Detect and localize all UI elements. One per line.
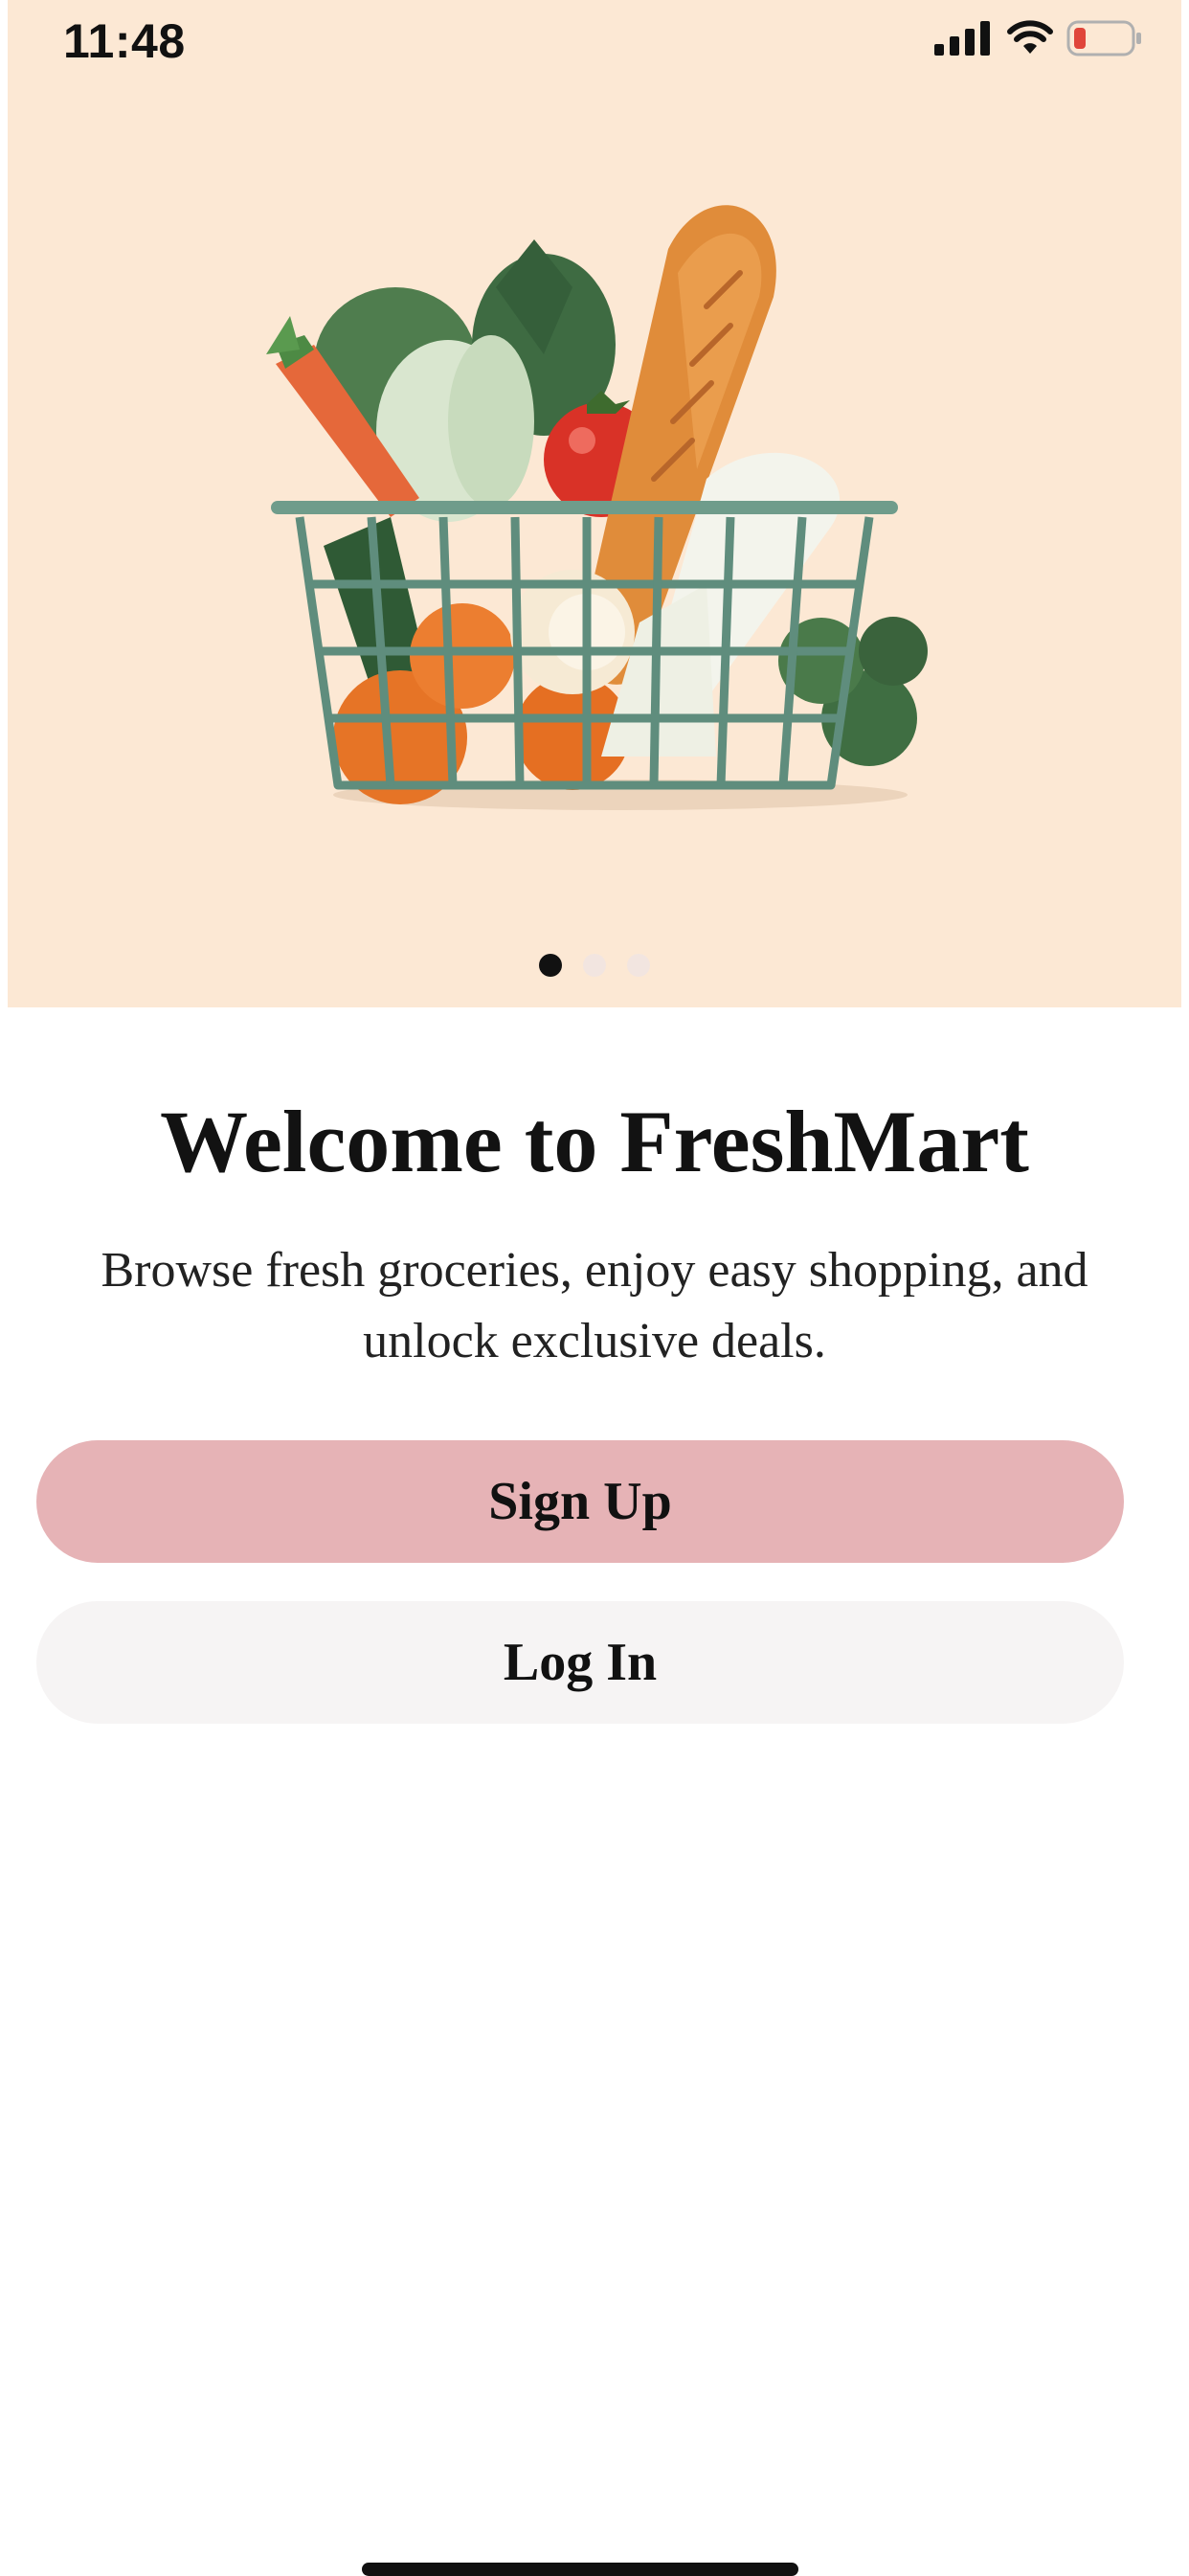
status-bar: 11:48: [0, 0, 1189, 86]
welcome-subtitle-line-1: Browse fresh groceries, enjoy easy shopp…: [101, 1243, 1088, 1298]
carousel-dot-2[interactable]: [583, 954, 606, 977]
welcome-subtitle-line-2: unlock exclusive deals.: [363, 1314, 826, 1368]
wifi-icon: [1007, 19, 1053, 57]
cellular-signal-icon: [934, 19, 994, 57]
welcome-subtitle: Browse fresh groceries, enjoy easy shopp…: [38, 1235, 1151, 1377]
carousel-indicator[interactable]: [8, 954, 1181, 977]
welcome-title: Welcome to FreshMart: [160, 1093, 1029, 1190]
carousel-dot-1[interactable]: [539, 954, 562, 977]
carousel-dot-3[interactable]: [627, 954, 650, 977]
hero-banner: [8, 0, 1181, 1007]
sign-up-button[interactable]: Sign Up: [36, 1440, 1124, 1563]
status-icons: [934, 19, 1143, 57]
log-in-button[interactable]: Log In: [36, 1601, 1124, 1724]
grocery-basket-illustration: [266, 205, 928, 810]
status-time: 11:48: [63, 14, 186, 68]
battery-low-icon: [1066, 19, 1143, 57]
